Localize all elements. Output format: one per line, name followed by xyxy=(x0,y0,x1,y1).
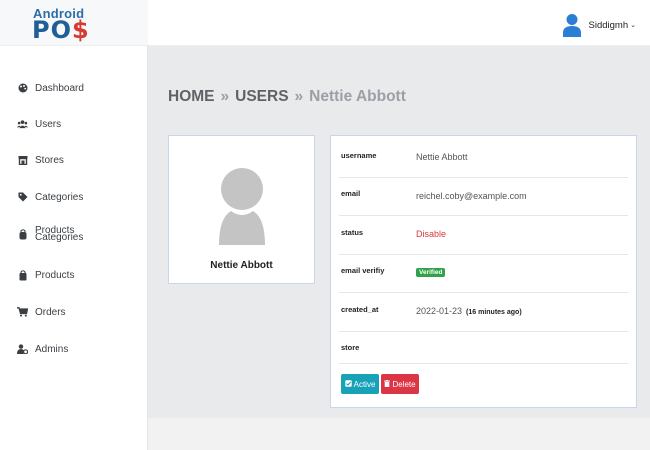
sidebar-item-label: Orders xyxy=(35,306,66,318)
breadcrumb-current: Nettie Abbott xyxy=(309,88,406,105)
chevron-down-icon: ⌄ xyxy=(630,22,636,29)
user-menu[interactable]: Siddigmh ⌄ xyxy=(562,13,636,37)
sidebar-item-dashboard[interactable]: Dashboard xyxy=(0,76,148,100)
created-at-value: 2022-01-23 (16 minutes ago) xyxy=(416,306,522,316)
user-name: Siddigmh xyxy=(588,19,629,31)
email-label: email xyxy=(341,189,361,198)
sidebar-item-label: Users xyxy=(35,118,62,130)
status-label: status xyxy=(341,228,364,237)
sidebar-item-label: Stores xyxy=(35,154,64,166)
shopping-bag-icon xyxy=(17,269,28,281)
breadcrumb-separator: » xyxy=(294,88,304,105)
trash-icon xyxy=(384,379,391,389)
breadcrumb-users[interactable]: USERS xyxy=(235,88,288,105)
content-footer-band xyxy=(148,418,650,450)
status-value: Disable xyxy=(416,229,447,239)
divider xyxy=(339,292,628,293)
profile-avatar-icon xyxy=(214,163,270,250)
verified-badge: Verified xyxy=(416,268,446,277)
sidebar-item-admins[interactable]: Admins xyxy=(0,337,148,361)
app-logo[interactable]: Android PO$ xyxy=(0,0,148,46)
profile-name: Nettie Abbott xyxy=(210,260,273,271)
username-label: username xyxy=(341,151,377,160)
sidebar-item-categories-overlap[interactable]: Products Categories xyxy=(0,222,148,246)
sidebar-item-products[interactable]: Products xyxy=(0,263,148,287)
breadcrumb-home[interactable]: HOME xyxy=(168,88,215,105)
user-details-card: username Nettie Abbott email reichel.cob… xyxy=(330,135,637,408)
created-at-relative: (16 minutes ago) xyxy=(466,309,522,316)
logo-text-bottom: PO$ xyxy=(32,16,90,44)
users-icon xyxy=(17,119,28,130)
sidebar-item-orders[interactable]: Orders xyxy=(0,300,148,324)
delete-label: Delete xyxy=(392,379,416,389)
sidebar-item-stores[interactable]: Stores xyxy=(0,148,148,172)
activate-label: Active xyxy=(353,379,376,389)
email-value: reichel.coby@example.com xyxy=(416,191,527,201)
profile-card: Nettie Abbott xyxy=(168,135,315,284)
palette-icon xyxy=(17,83,28,94)
sidebar: Android PO$ Dashboard Users Stores Categ… xyxy=(0,0,148,450)
sidebar-item-label: Categories xyxy=(35,232,84,243)
divider xyxy=(339,177,628,178)
username-value: Nettie Abbott xyxy=(416,152,468,162)
divider xyxy=(339,363,628,364)
tag-icon xyxy=(17,192,28,203)
delete-button[interactable]: Delete xyxy=(381,374,419,394)
activate-button[interactable]: Active xyxy=(341,374,379,394)
divider xyxy=(339,254,628,255)
check-square-icon xyxy=(344,379,352,389)
cart-icon xyxy=(17,307,28,318)
store-icon xyxy=(17,155,28,166)
divider xyxy=(339,215,628,216)
sidebar-item-label: Dashboard xyxy=(35,82,84,94)
sidebar-item-users[interactable]: Users xyxy=(0,112,148,136)
divider xyxy=(339,331,628,332)
avatar xyxy=(562,13,581,37)
email-verify-label: email verifiy xyxy=(341,266,385,275)
shopping-bag-icon xyxy=(17,228,28,240)
breadcrumb-separator: » xyxy=(220,88,230,105)
store-label: store xyxy=(341,343,360,352)
breadcrumb: HOME » USERS » Nettie Abbott xyxy=(168,88,406,106)
top-header: Siddigmh ⌄ xyxy=(148,0,650,46)
sidebar-item-label: Products xyxy=(35,269,75,281)
created-at-label: created_at xyxy=(341,305,379,314)
sidebar-item-label: Categories xyxy=(35,191,84,203)
sidebar-item-categories[interactable]: Categories xyxy=(0,185,148,209)
sidebar-item-label: Admins xyxy=(35,343,69,355)
user-cog-icon xyxy=(17,344,28,355)
